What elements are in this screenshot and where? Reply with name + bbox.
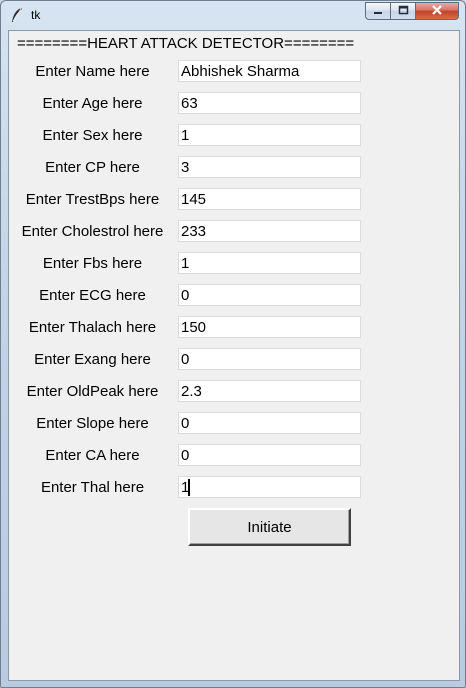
text-cursor xyxy=(188,479,190,496)
ecg-input[interactable] xyxy=(178,284,361,306)
window-controls xyxy=(365,2,459,21)
fbs-label: Enter Fbs here xyxy=(42,255,143,272)
slope-label: Enter Slope here xyxy=(36,415,149,432)
initiate-button[interactable]: Initiate xyxy=(188,508,351,546)
minimize-icon xyxy=(373,2,383,20)
app-header: ========HEART ATTACK DETECTOR======== xyxy=(17,35,355,52)
sex-input[interactable] xyxy=(178,124,361,146)
trestbps-input[interactable] xyxy=(178,188,361,210)
thal-input[interactable] xyxy=(178,476,361,498)
trestbps-label: Enter TrestBps here xyxy=(25,191,160,208)
maximize-icon xyxy=(398,2,409,20)
cp-label: Enter CP here xyxy=(45,159,140,176)
close-button[interactable] xyxy=(416,2,459,20)
age-label: Enter Age here xyxy=(42,95,143,112)
sex-label: Enter Sex here xyxy=(42,127,143,144)
thalach-label: Enter Thalach here xyxy=(28,319,157,336)
minimize-button[interactable] xyxy=(365,2,391,20)
oldpeak-input[interactable] xyxy=(178,380,361,402)
thal-label: Enter Thal here xyxy=(40,479,145,496)
maximize-button[interactable] xyxy=(391,2,416,20)
oldpeak-label: Enter OldPeak here xyxy=(26,383,159,400)
feather-icon xyxy=(10,7,24,23)
app-window: tk ========HEART ATTACK DETECTOR========… xyxy=(0,0,466,688)
close-icon xyxy=(431,2,443,20)
age-input[interactable] xyxy=(178,92,361,114)
name-label: Enter Name here xyxy=(35,63,150,80)
thalach-input[interactable] xyxy=(178,316,361,338)
slope-input[interactable] xyxy=(178,412,361,434)
ca-label: Enter CA here xyxy=(45,447,140,464)
exang-label: Enter Exang here xyxy=(34,351,151,368)
form-panel: ========HEART ATTACK DETECTOR======== En… xyxy=(8,30,460,681)
cholestrol-label: Enter Cholestrol here xyxy=(21,223,164,240)
fbs-input[interactable] xyxy=(178,252,361,274)
ca-input[interactable] xyxy=(178,444,361,466)
window-title: tk xyxy=(31,8,41,22)
name-input[interactable] xyxy=(178,60,361,82)
exang-input[interactable] xyxy=(178,348,361,370)
cholestrol-input[interactable] xyxy=(178,220,361,242)
ecg-label: Enter ECG here xyxy=(39,287,146,304)
cp-input[interactable] xyxy=(178,156,361,178)
title-bar[interactable]: tk xyxy=(1,1,465,29)
